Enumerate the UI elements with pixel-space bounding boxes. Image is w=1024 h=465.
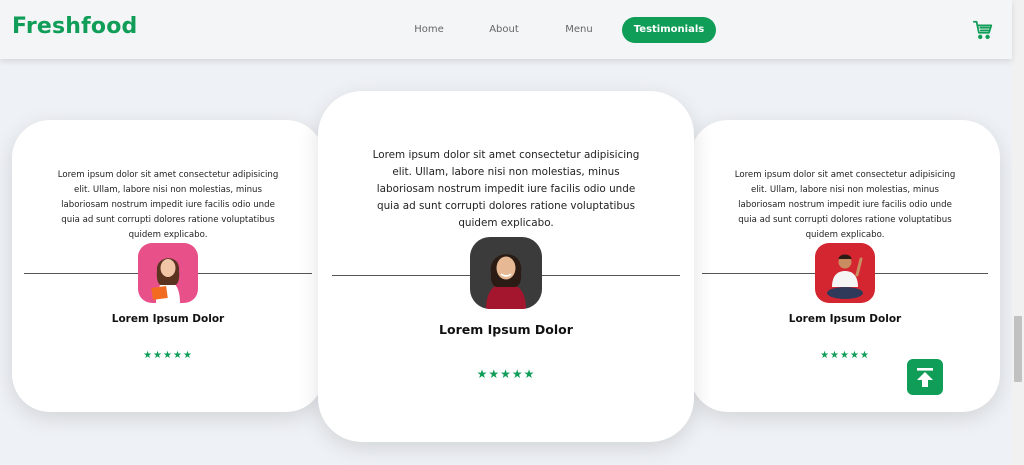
avatar [815, 243, 875, 303]
rating-stars: ★★★★★ [143, 350, 193, 361]
rating-stars: ★★★★★ [476, 367, 536, 381]
nav-link-about[interactable]: About [478, 17, 530, 43]
avatar [470, 237, 542, 309]
avatar [138, 243, 198, 303]
logo[interactable]: Freshfood [12, 14, 138, 39]
navbar: Freshfood Home About Menu Testimonials [0, 0, 1012, 59]
nav-link-menu[interactable]: Menu [554, 17, 604, 43]
scrollbar[interactable] [1012, 0, 1024, 465]
testimonial-quote: Lorem ipsum dolor sit amet consectetur a… [372, 149, 640, 229]
testimonial-quote: Lorem ipsum dolor sit amet consectetur a… [734, 170, 956, 240]
testimonial-card: Lorem ipsum dolor sit amet consectetur a… [690, 120, 1000, 412]
arrow-up-to-line-icon [917, 368, 933, 387]
testimonial-name: Lorem Ipsum Dolor [439, 322, 573, 337]
scrollbar-thumb[interactable] [1014, 316, 1022, 382]
testimonial-card-featured: Lorem ipsum dolor sit amet consectetur a… [318, 91, 694, 442]
nav-link-testimonials[interactable]: Testimonials [622, 17, 716, 43]
nav-link-home[interactable]: Home [404, 17, 454, 43]
rating-stars: ★★★★★ [820, 350, 870, 361]
testimonial-name: Lorem Ipsum Dolor [111, 313, 225, 325]
cart-icon[interactable] [972, 19, 994, 41]
testimonial-name: Lorem Ipsum Dolor [788, 313, 902, 325]
testimonial-quote: Lorem ipsum dolor sit amet consectetur a… [57, 170, 279, 240]
testimonial-card: Lorem ipsum dolor sit amet consectetur a… [12, 120, 324, 412]
back-to-top-button[interactable] [907, 359, 943, 395]
